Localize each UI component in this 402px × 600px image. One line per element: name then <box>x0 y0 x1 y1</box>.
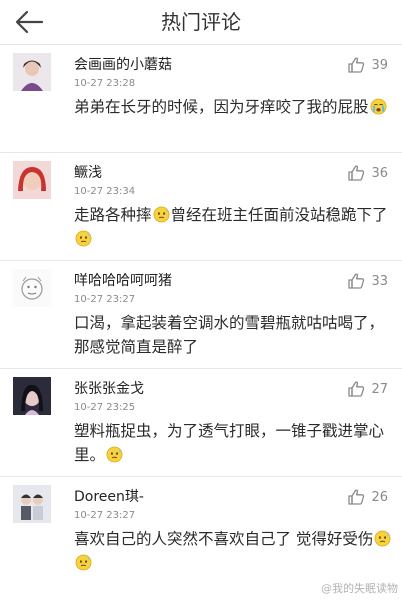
top-bar: 热门评论 <box>0 0 402 45</box>
awkward-emoji-icon <box>75 554 92 571</box>
awkward-emoji-icon <box>106 446 123 463</box>
avatar[interactable] <box>13 161 51 199</box>
comment-text-part: 喜欢自己的人突然不喜欢自己了 觉得好受伤 <box>74 530 374 548</box>
comment-text: 喜欢自己的人突然不喜欢自己了 觉得好受伤 <box>74 527 396 575</box>
like-count: 27 <box>371 381 388 397</box>
comment-text-part: 走路各种摔 <box>74 206 152 224</box>
comment-timestamp: 10-27 23:25 <box>74 402 136 413</box>
comment-timestamp: 10-27 23:27 <box>74 510 136 521</box>
comment-text-part: 口渴，拿起装着空调水的雪碧瓶就咕咕喝了，那感觉简直是醉了 <box>74 314 385 356</box>
like-button[interactable]: 27 <box>347 380 388 398</box>
comment-text-part: 弟弟在长牙的时候，因为牙痒咬了我的屁股 <box>74 98 369 116</box>
cry-emoji-icon <box>370 98 387 115</box>
comment-text: 塑料瓶捉虫，为了透气打眼，一锥子戳进掌心里。 <box>74 419 396 467</box>
thumbs-up-icon <box>347 56 365 74</box>
awkward-emoji-icon <box>374 530 391 547</box>
comment-text: 弟弟在长牙的时候，因为牙痒咬了我的屁股 <box>74 95 396 119</box>
like-count: 39 <box>371 57 388 73</box>
like-button[interactable]: 36 <box>347 164 388 182</box>
awkward-emoji-icon <box>75 230 92 247</box>
like-button[interactable]: 26 <box>347 488 388 506</box>
comment-username[interactable]: 会画画的小蘑菇 <box>74 54 172 74</box>
comment-timestamp: 10-27 23:34 <box>74 186 136 197</box>
avatar[interactable] <box>13 377 51 415</box>
page-title: 热门评论 <box>161 10 241 34</box>
comment-list: 会画画的小蘑菇 10-27 23:28 39 弟弟在长牙的时候，因为牙痒咬了我的… <box>0 45 402 584</box>
thumbs-up-icon <box>347 488 365 506</box>
comment-username[interactable]: 鳜浅 <box>74 162 102 182</box>
comment-item: 咩哈哈哈呵呵猪 10-27 23:27 33 口渴，拿起装着空调水的雪碧瓶就咕咕… <box>0 261 402 369</box>
comment-item: 会画画的小蘑菇 10-27 23:28 39 弟弟在长牙的时候，因为牙痒咬了我的… <box>0 45 402 153</box>
comment-item: 张张张金戈 10-27 23:25 27 塑料瓶捉虫，为了透气打眼，一锥子戳进掌… <box>0 369 402 477</box>
watermark: @我的失眠读物 <box>321 582 398 595</box>
like-count: 36 <box>371 165 388 181</box>
avatar[interactable] <box>13 485 51 523</box>
avatar[interactable] <box>13 269 51 307</box>
comment-text: 走路各种摔 曾经在班主任面前没站稳跪下了 <box>74 203 396 251</box>
awkward-emoji-icon <box>153 206 170 223</box>
comment-timestamp: 10-27 23:27 <box>74 294 136 305</box>
like-button[interactable]: 39 <box>347 56 388 74</box>
comment-username[interactable]: 咩哈哈哈呵呵猪 <box>74 270 172 290</box>
comment-item: 鳜浅 10-27 23:34 36 走路各种摔 曾经在班主任面前没站稳跪下了 <box>0 153 402 261</box>
comment-text: 口渴，拿起装着空调水的雪碧瓶就咕咕喝了，那感觉简直是醉了 <box>74 311 396 359</box>
like-count: 26 <box>371 489 388 505</box>
comment-timestamp: 10-27 23:28 <box>74 78 136 89</box>
comment-username[interactable]: 张张张金戈 <box>74 378 144 398</box>
thumbs-up-icon <box>347 380 365 398</box>
avatar[interactable] <box>13 53 51 91</box>
like-count: 33 <box>371 273 388 289</box>
comment-username[interactable]: Doreen琪- <box>74 486 144 506</box>
like-button[interactable]: 33 <box>347 272 388 290</box>
comment-text-part: 曾经在班主任面前没站稳跪下了 <box>170 206 388 224</box>
thumbs-up-icon <box>347 164 365 182</box>
thumbs-up-icon <box>347 272 365 290</box>
comment-item: Doreen琪- 10-27 23:27 26 喜欢自己的人突然不喜欢自己了 觉… <box>0 477 402 584</box>
